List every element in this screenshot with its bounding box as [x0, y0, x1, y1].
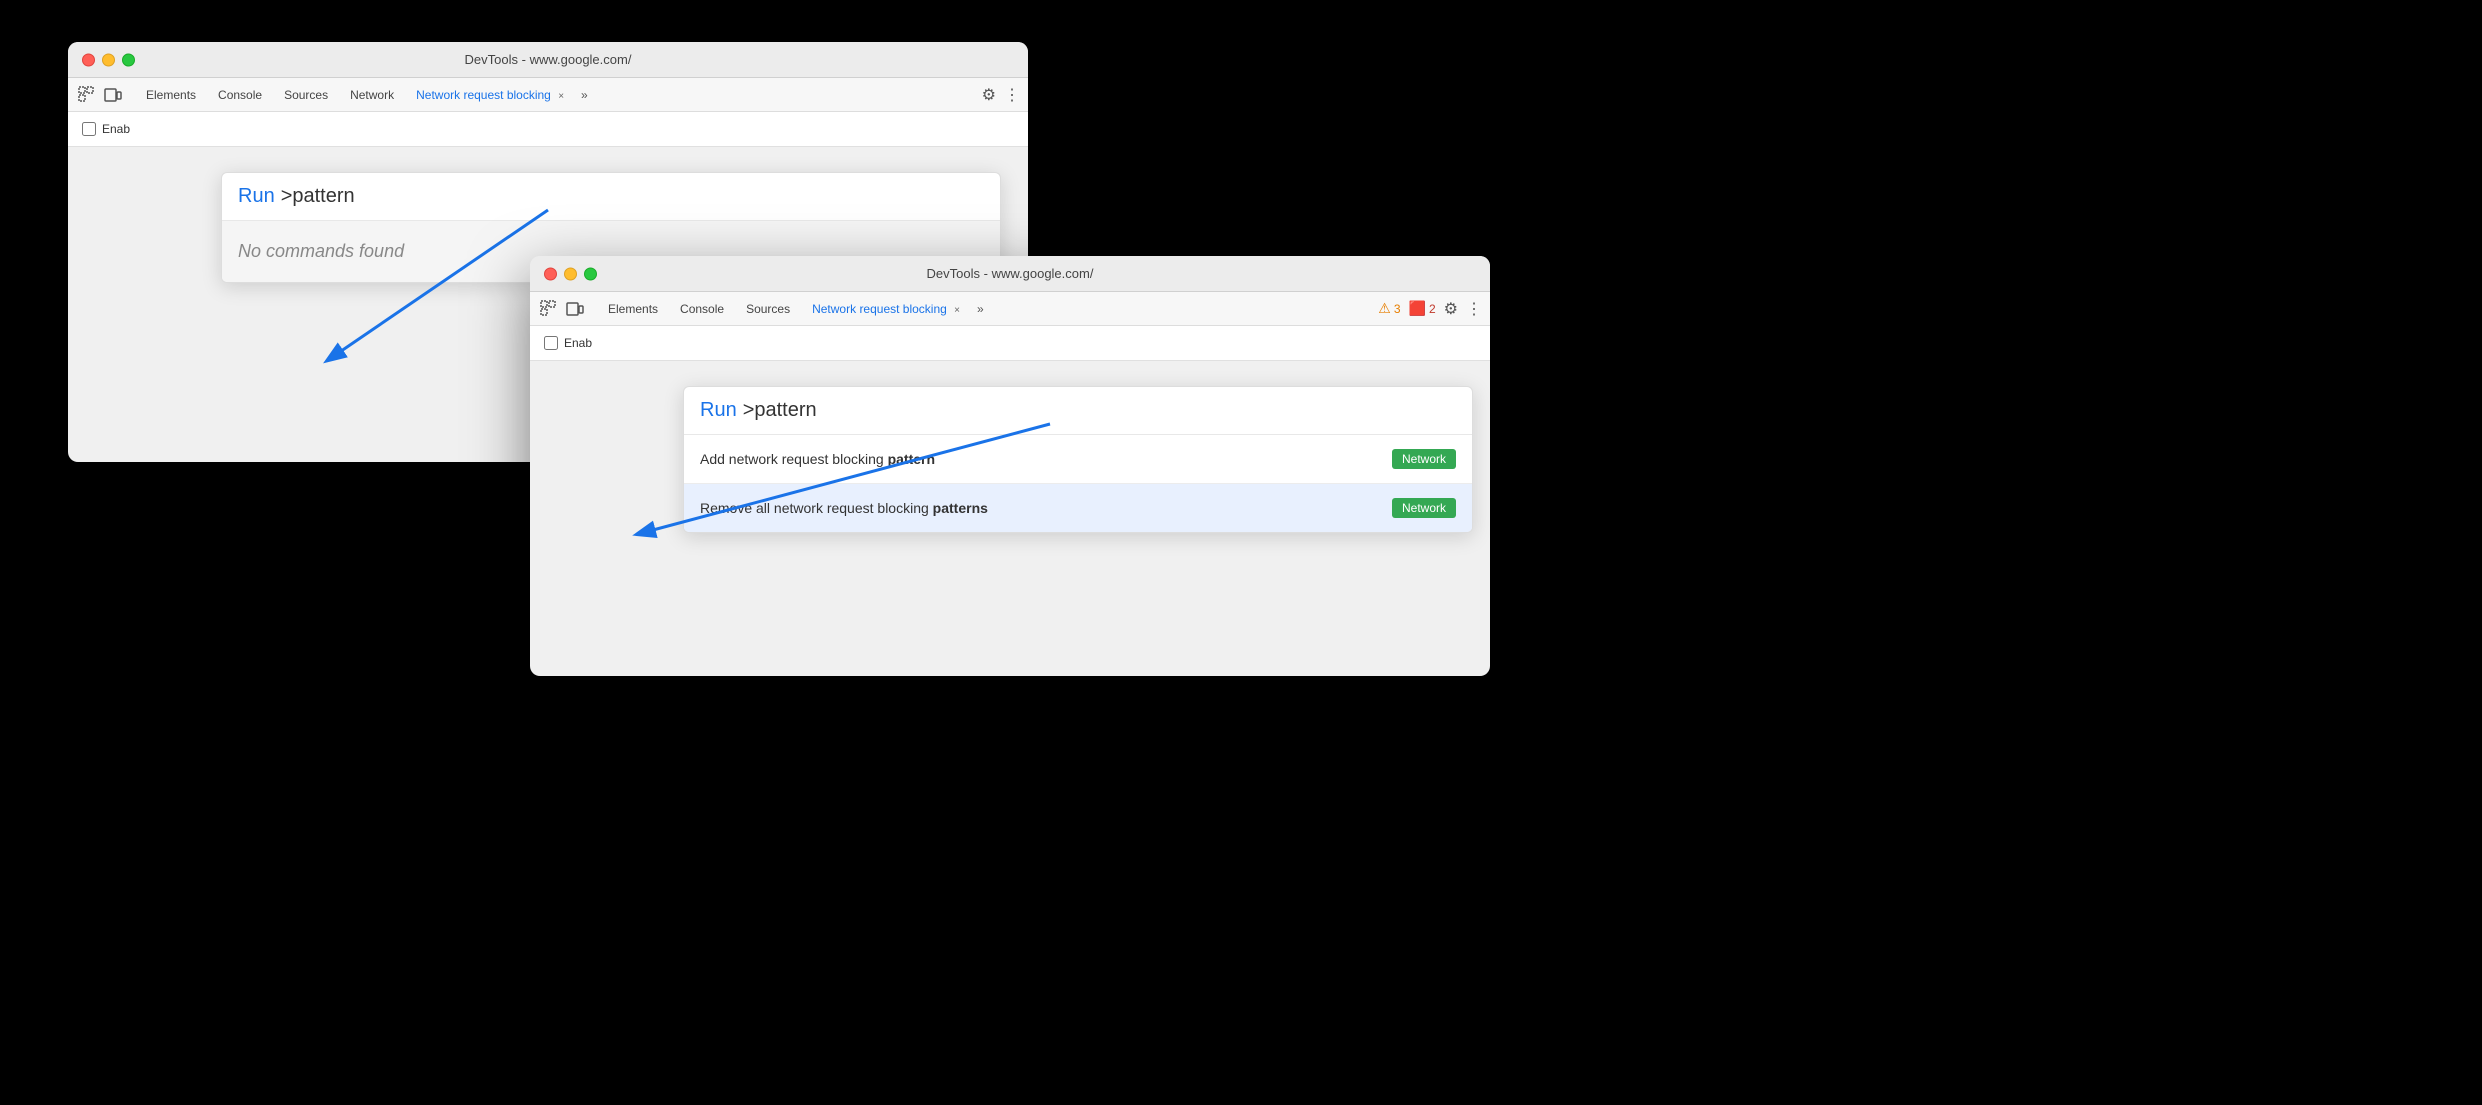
more-options-icon-1[interactable]: ⋮ — [1004, 85, 1020, 105]
warning-icon: ⚠ — [1378, 300, 1391, 317]
error-icon: 🟥 — [1409, 300, 1426, 317]
window-title-2: DevTools - www.google.com/ — [927, 266, 1094, 281]
enable-checkbox-2[interactable] — [544, 336, 558, 350]
content-area-2: Enab — [530, 326, 1490, 361]
warning-count: 3 — [1394, 302, 1401, 316]
tabbar-right-1: ⚙ ⋮ — [982, 85, 1020, 105]
minimize-button-1[interactable] — [102, 53, 115, 66]
cmd-input-text-1[interactable]: >pattern — [281, 185, 355, 208]
device-toggle-icon[interactable] — [102, 84, 124, 106]
cmd-input-text-2[interactable]: >pattern — [743, 399, 817, 422]
cmd-result-text-1: Add network request blocking pattern — [700, 451, 935, 467]
tabbar-2: Elements Console Sources Network request… — [530, 292, 1490, 326]
tab-console-2[interactable]: Console — [670, 298, 734, 320]
tab-network-1[interactable]: Network — [340, 84, 404, 106]
traffic-lights-2 — [544, 267, 597, 280]
tabbar-icons-1 — [76, 84, 124, 106]
tab-console-1[interactable]: Console — [208, 84, 272, 106]
cursor-select-icon[interactable] — [76, 84, 98, 106]
cmd-input-row-1: Run >pattern — [222, 173, 1000, 221]
window-title-1: DevTools - www.google.com/ — [465, 52, 632, 67]
maximize-button-2[interactable] — [584, 267, 597, 280]
enable-label-1[interactable]: Enab — [82, 122, 130, 136]
maximize-button-1[interactable] — [122, 53, 135, 66]
cmd-palette-2: Run >pattern Add network request blockin… — [683, 386, 1473, 533]
tab-close-icon-1[interactable]: × — [558, 91, 564, 102]
tabbar-right-2: ⚠ 3 🟥 2 ⚙ ⋮ — [1378, 299, 1482, 319]
close-button-1[interactable] — [82, 53, 95, 66]
cmd-result-badge-2: Network — [1392, 498, 1456, 518]
warning-badge: ⚠ 3 — [1378, 300, 1400, 317]
content-area-1: Enab — [68, 112, 1028, 147]
tab-network-request-blocking-1[interactable]: Network request blocking × — [406, 84, 574, 106]
tab-network-request-blocking-2[interactable]: Network request blocking × — [802, 298, 970, 320]
cursor-select-icon-2[interactable] — [538, 298, 560, 320]
devtools-window-2: DevTools - www.google.com/ Elements Cons… — [530, 256, 1490, 676]
enable-label-2[interactable]: Enab — [544, 336, 592, 350]
error-count: 2 — [1429, 302, 1436, 316]
cmd-input-row-2: Run >pattern — [684, 387, 1472, 435]
cmd-result-badge-1: Network — [1392, 449, 1456, 469]
titlebar-2: DevTools - www.google.com/ — [530, 256, 1490, 292]
cmd-result-row-2[interactable]: Remove all network request blocking patt… — [684, 484, 1472, 532]
tab-close-icon-2[interactable]: × — [954, 305, 960, 316]
cmd-run-label-2: Run — [700, 399, 737, 422]
traffic-lights-1 — [82, 53, 135, 66]
tab-sources-2[interactable]: Sources — [736, 298, 800, 320]
enable-checkbox-1[interactable] — [82, 122, 96, 136]
tabbar-icons-2 — [538, 298, 586, 320]
tab-elements-2[interactable]: Elements — [598, 298, 668, 320]
tab-more-1[interactable]: » — [576, 86, 593, 104]
tab-more-2[interactable]: » — [972, 300, 989, 318]
close-button-2[interactable] — [544, 267, 557, 280]
settings-icon-2[interactable]: ⚙ — [1444, 299, 1458, 319]
tabbar-1: Elements Console Sources Network Network… — [68, 78, 1028, 112]
cmd-run-label-1: Run — [238, 185, 275, 208]
minimize-button-2[interactable] — [564, 267, 577, 280]
cmd-result-text-2: Remove all network request blocking patt… — [700, 500, 988, 516]
more-options-icon-2[interactable]: ⋮ — [1466, 299, 1482, 319]
cmd-result-row-1[interactable]: Add network request blocking pattern Net… — [684, 435, 1472, 484]
settings-icon-1[interactable]: ⚙ — [982, 85, 996, 105]
error-badge: 🟥 2 — [1409, 300, 1436, 317]
titlebar-1: DevTools - www.google.com/ — [68, 42, 1028, 78]
tab-sources-1[interactable]: Sources — [274, 84, 338, 106]
tab-elements-1[interactable]: Elements — [136, 84, 206, 106]
device-toggle-icon-2[interactable] — [564, 298, 586, 320]
